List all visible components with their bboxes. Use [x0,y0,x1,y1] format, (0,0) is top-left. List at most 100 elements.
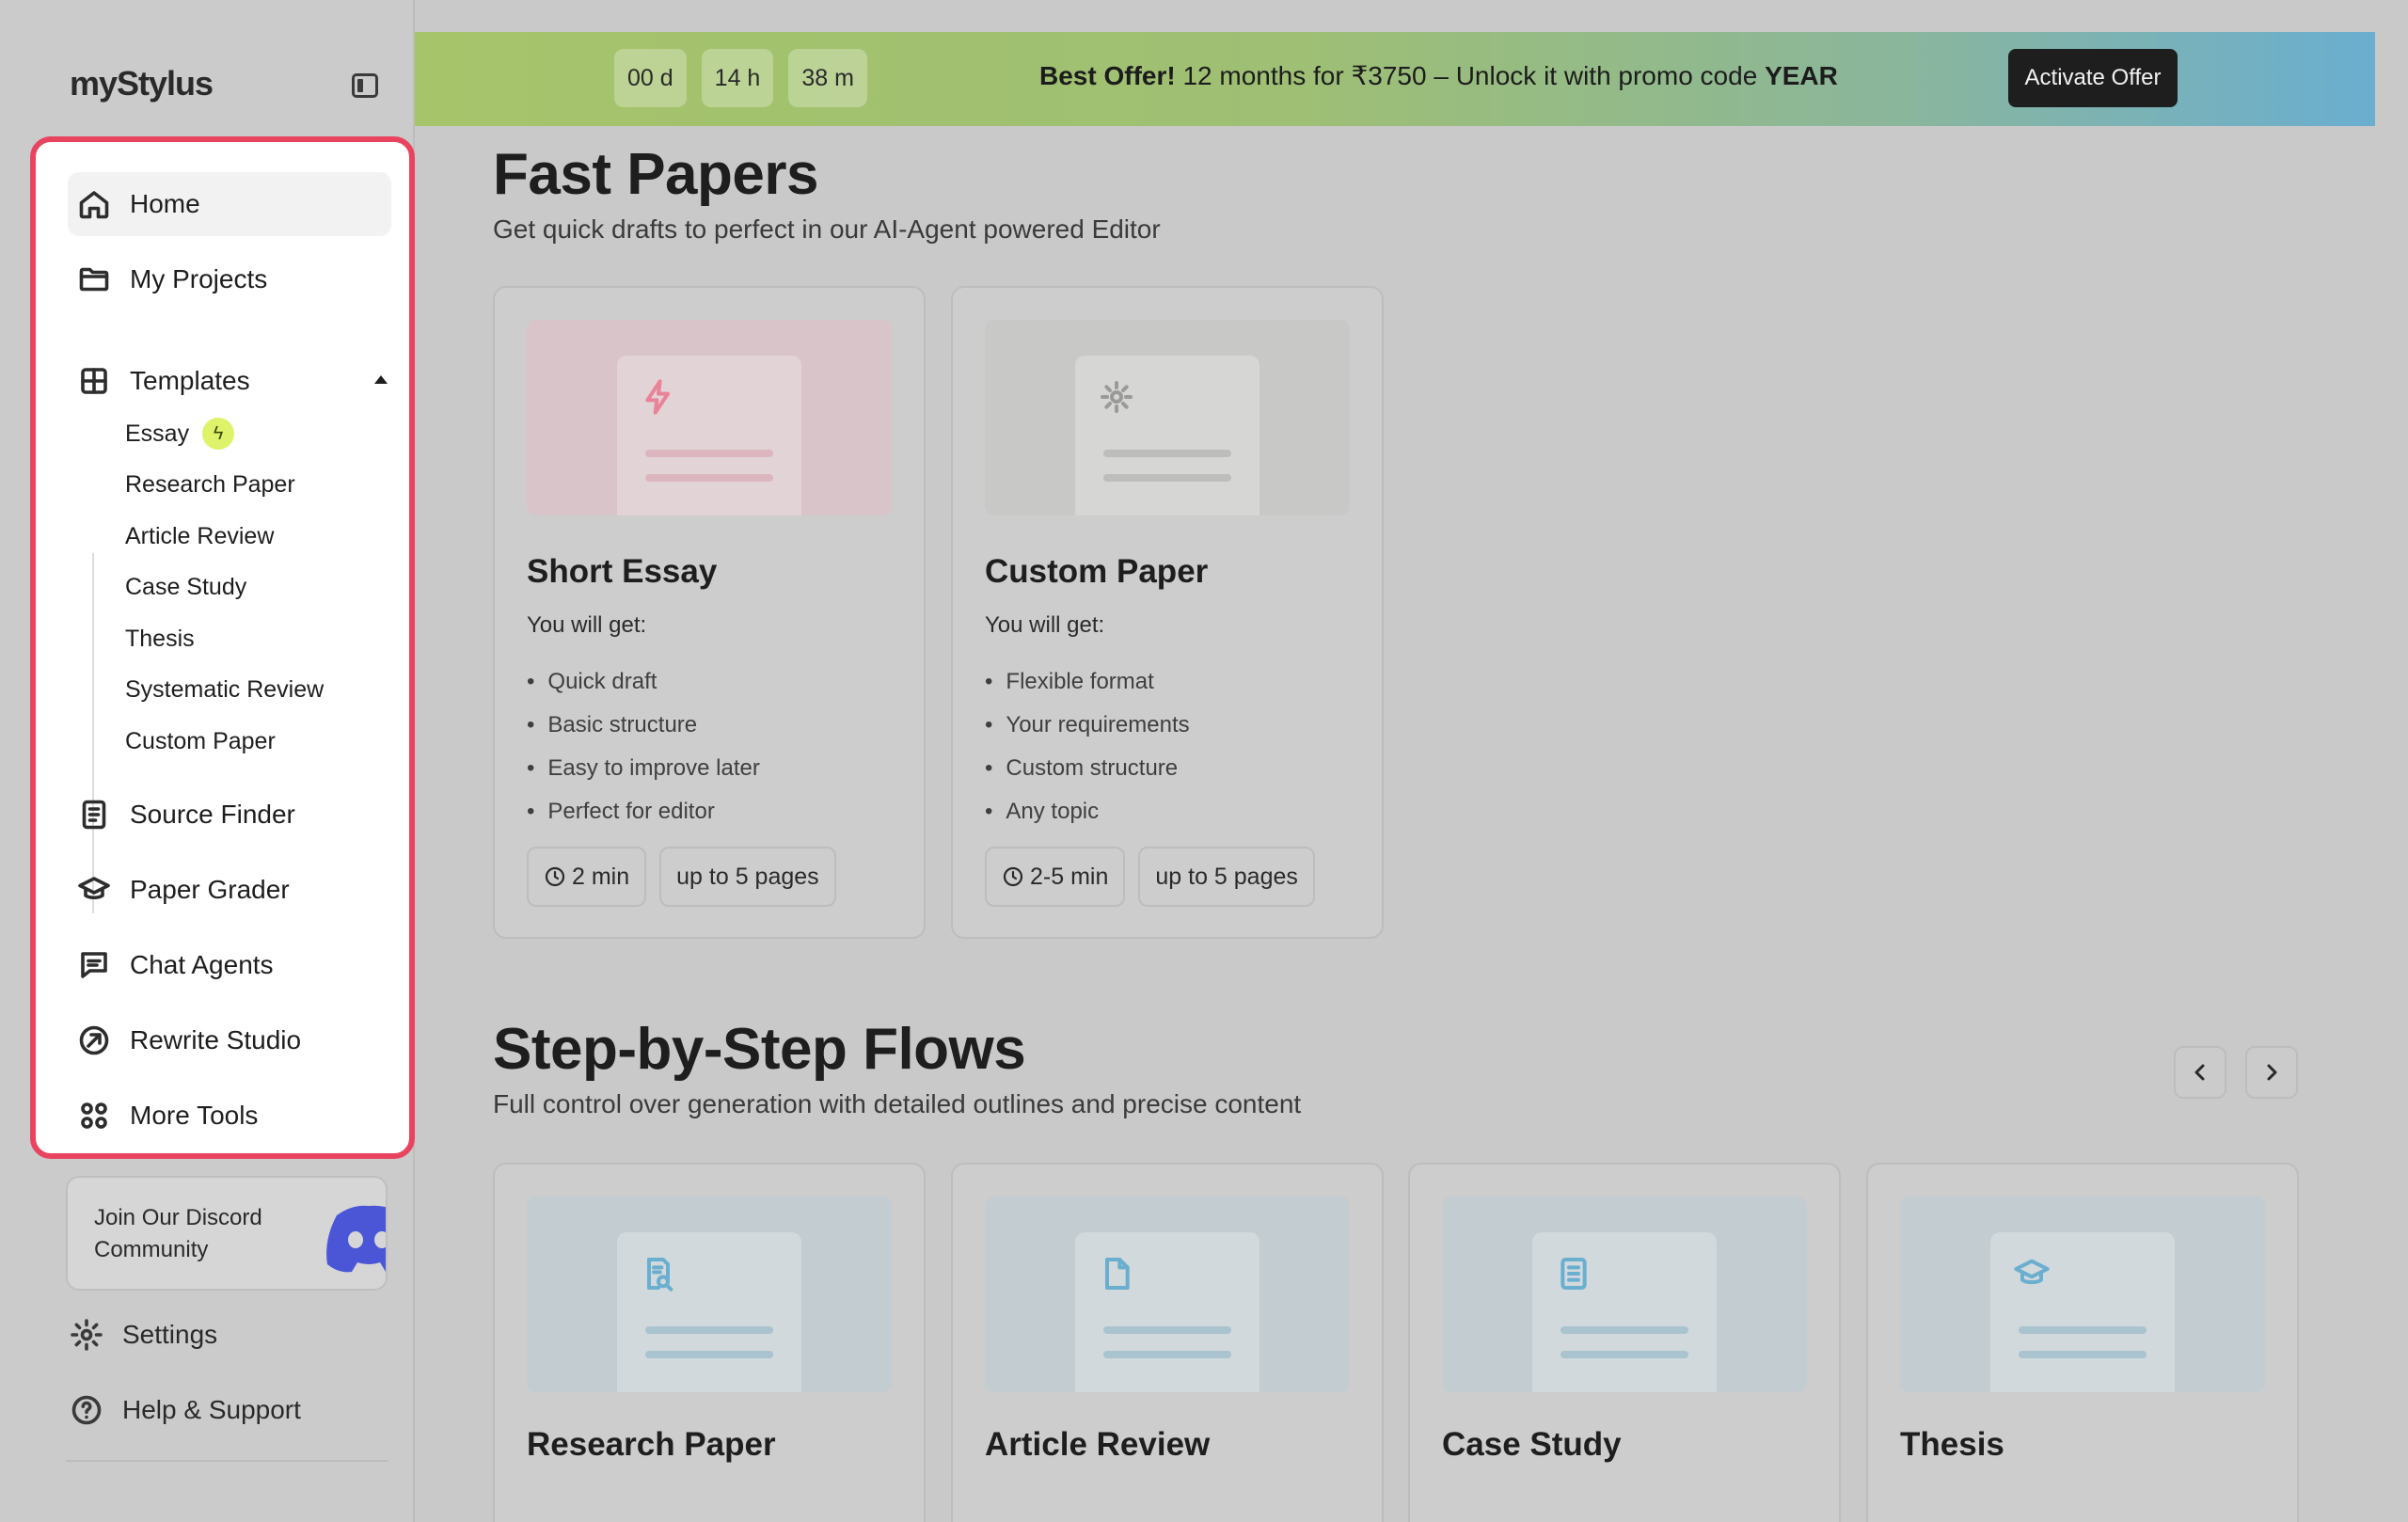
card-thumbnail [527,320,892,515]
discord-icon [326,1205,386,1273]
rewrite-icon [77,1023,111,1057]
promo-code: YEAR [1765,61,1838,90]
list-item: Flexible format [985,660,1190,704]
countdown-minutes: 38 m [788,49,867,107]
fast-papers-subtitle: Get quick drafts to perfect in our AI-Ag… [493,214,1161,244]
pages-chip: up to 5 pages [659,847,836,907]
pages-chip: up to 5 pages [1138,847,1315,907]
sidebar-item-label: Rewrite Studio [130,1025,302,1054]
chevron-left-icon [2194,1064,2205,1081]
card-thumbnail [527,1197,892,1392]
sidebar-item-home[interactable]: Home [68,172,391,236]
list-item: Easy to improve later [527,747,759,790]
sidebar-item-rewrite-studio[interactable]: Rewrite Studio [68,1008,391,1072]
sidebar-item-paper-grader[interactable]: Paper Grader [68,858,391,922]
countdown-days: 00 d [614,49,687,107]
carousel-next-button[interactable] [2245,1046,2298,1099]
card-title: Custom Paper [985,553,1209,590]
card-chips: 2 min up to 5 pages [527,847,836,907]
sidebar-nav: Home My Projects Templates Essay ϟ Resea… [30,136,415,1159]
list-item: Perfect for editor [527,790,760,833]
flows-title: Step-by-Step Flows [493,1017,1026,1082]
flow-card-case-study[interactable]: Case Study [1408,1163,1841,1522]
feature-list: Flexible format Your requirements Custom… [985,660,1190,833]
document-preview [617,356,801,515]
sidebar: myStylus Home My Projects Templates Essa… [0,0,415,1522]
chat-icon [77,948,111,982]
card-thumbnail [985,1197,1350,1392]
template-item-case-study[interactable]: Case Study [125,568,246,606]
template-item-research-paper[interactable]: Research Paper [125,466,295,503]
offer-text: Best Offer! 12 months for ₹3750 – Unlock… [1039,60,1838,91]
clock-icon [544,865,566,888]
card-title: Thesis [1900,1426,2004,1463]
sidebar-item-label: Templates [130,366,250,395]
graduation-cap-icon [2013,1255,2051,1292]
card-label: You will get: [527,612,647,638]
sidebar-item-source-finder[interactable]: Source Finder [68,783,391,847]
graduation-cap-icon [77,873,111,907]
chevron-right-icon [2267,1064,2277,1081]
sidebar-divider [66,1460,388,1462]
template-item-custom-paper[interactable]: Custom Paper [125,722,276,760]
countdown-hours: 14 h [701,49,774,107]
chevron-up-icon[interactable] [374,375,388,384]
activate-offer-button[interactable]: Activate Offer [2008,49,2178,107]
sidebar-item-label: Chat Agents [130,950,274,979]
countdown: 00 d 14 h 38 m [614,49,867,107]
list-document-icon [1555,1255,1592,1292]
settings-link[interactable]: Settings [70,1311,217,1358]
sidebar-item-my-projects[interactable]: My Projects [68,247,391,311]
sidebar-toggle-icon[interactable] [352,73,378,98]
short-essay-card[interactable]: Short Essay You will get: Quick draft Ba… [493,286,926,939]
list-item: Custom structure [985,747,1190,790]
list-item: Quick draft [527,660,760,704]
document-preview [1075,1232,1259,1392]
apps-icon [77,1099,111,1133]
card-title: Case Study [1442,1426,1622,1463]
help-support-link[interactable]: Help & Support [70,1387,301,1434]
card-label: You will get: [985,612,1105,638]
sidebar-item-label: Source Finder [130,800,295,829]
card-title: Short Essay [527,553,718,590]
sidebar-item-label: Paper Grader [130,875,290,904]
flow-card-research-paper[interactable]: Research Paper [493,1163,926,1522]
template-item-thesis[interactable]: Thesis [125,620,195,658]
discord-community-card[interactable]: Join Our Discord Community [66,1176,388,1291]
card-chips: 2-5 min up to 5 pages [985,847,1315,907]
discord-text: Join Our Discord Community [94,1205,262,1262]
template-item-essay[interactable]: Essay ϟ [125,415,235,452]
template-item-article-review[interactable]: Article Review [125,517,274,555]
sidebar-item-label: Home [130,189,200,218]
template-item-systematic-review[interactable]: Systematic Review [125,671,324,708]
sidebar-item-chat-agents[interactable]: Chat Agents [68,933,391,997]
grid-icon [77,364,111,398]
custom-paper-card[interactable]: Custom Paper You will get: Flexible form… [951,286,1384,939]
sidebar-item-label: More Tools [130,1101,259,1130]
promo-banner: 00 d 14 h 38 m Best Offer! 12 months for… [415,32,2375,126]
list-item: Any topic [985,790,1190,833]
card-thumbnail [985,320,1350,515]
sidebar-item-more-tools[interactable]: More Tools [68,1084,391,1148]
flow-card-article-review[interactable]: Article Review [951,1163,1384,1522]
gear-icon [1098,378,1135,416]
search-document-icon [640,1255,677,1292]
card-thumbnail [1900,1197,2265,1392]
lightning-icon: ϟ [202,418,235,450]
document-icon [77,798,111,832]
sidebar-item-label: My Projects [130,264,268,293]
list-item: Your requirements [985,704,1189,747]
home-icon [77,187,111,221]
card-thumbnail [1442,1197,1807,1392]
document-preview [1990,1232,2175,1392]
gear-icon [70,1318,103,1352]
offer-headline: Best Offer! [1039,61,1176,90]
flow-card-thesis[interactable]: Thesis [1866,1163,2299,1522]
app-logo[interactable]: myStylus [70,64,214,103]
clock-icon [1002,865,1024,888]
card-title: Research Paper [527,1426,776,1463]
flows-subtitle: Full control over generation with detail… [493,1089,1302,1118]
fast-papers-title: Fast Papers [493,142,819,207]
carousel-prev-button[interactable] [2174,1046,2226,1099]
sidebar-item-templates[interactable]: Templates [68,349,391,413]
